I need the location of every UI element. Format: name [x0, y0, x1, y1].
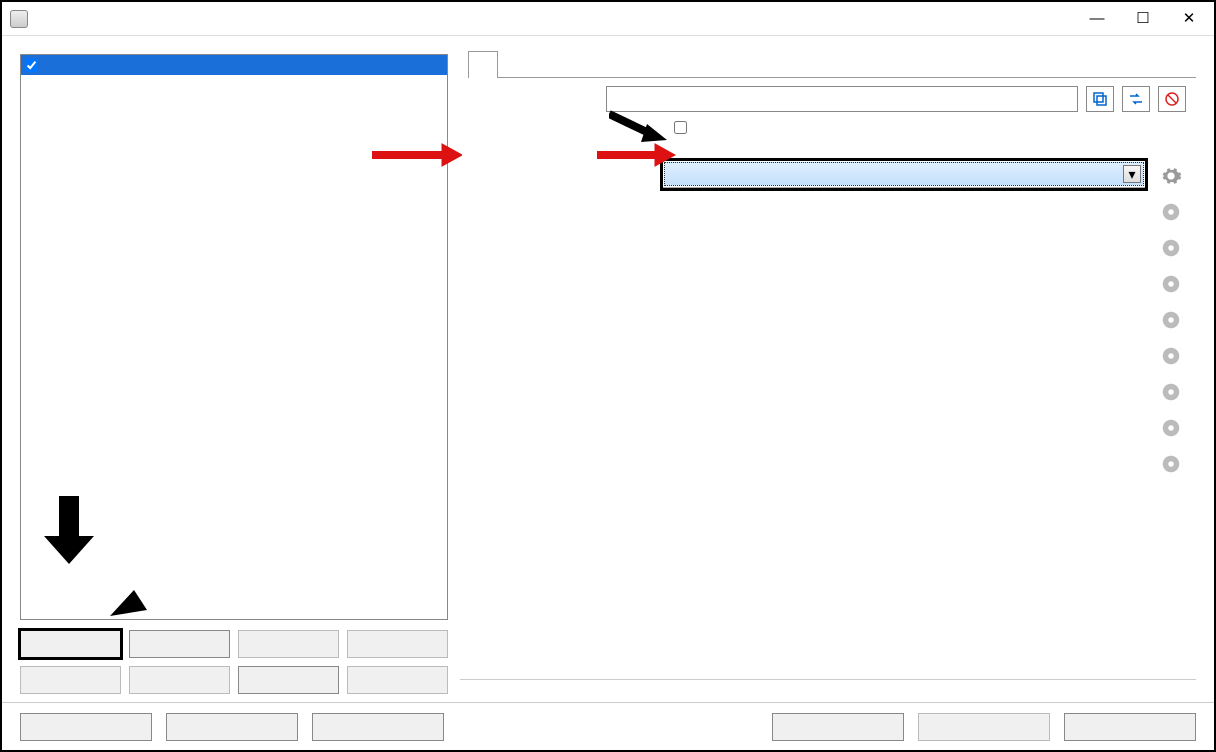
profile-info: [460, 679, 1196, 694]
gear-icon[interactable]: [1160, 201, 1182, 223]
gear-icon[interactable]: [1160, 345, 1182, 367]
chevron-down-icon[interactable]: ▾: [1123, 165, 1141, 183]
layer-name-input[interactable]: [606, 86, 1078, 112]
dropdown-selected[interactable]: ▾: [664, 162, 1144, 186]
gear-icon[interactable]: [1160, 453, 1182, 475]
disable-layer-checkbox[interactable]: [674, 121, 687, 134]
gear-icon[interactable]: [1160, 309, 1182, 331]
tab-scrolling[interactable]: [528, 51, 558, 78]
gear-icon[interactable]: [1160, 417, 1182, 439]
maximize-button[interactable]: ☐: [1120, 4, 1166, 34]
right-panel: ▾ ▴ ▾: [460, 50, 1196, 694]
copy-layer-icon[interactable]: [1086, 86, 1114, 112]
bottom-bar: [2, 702, 1214, 750]
close-button[interactable]: [1064, 713, 1196, 741]
tabs: [468, 50, 1196, 78]
copy-button[interactable]: [129, 630, 230, 658]
profiles-list[interactable]: [20, 54, 448, 620]
swap-layer-icon[interactable]: [1122, 86, 1150, 112]
gear-icon[interactable]: [1160, 237, 1182, 259]
add-button[interactable]: [20, 630, 121, 658]
profile-default-checkbox[interactable]: [25, 59, 38, 72]
app-icon: [10, 10, 28, 28]
import-button[interactable]: [238, 666, 339, 694]
left-panel: [20, 50, 448, 694]
tab-layer2[interactable]: [498, 51, 528, 78]
profile-buttons: [20, 630, 448, 694]
layer1-pane: [460, 78, 1196, 137]
minimize-button[interactable]: —: [1074, 4, 1120, 34]
scroll-down-icon[interactable]: ▾: [1128, 187, 1145, 188]
tab-layer1[interactable]: [468, 51, 498, 78]
gear-icon[interactable]: [1160, 273, 1182, 295]
dropdown-list[interactable]: ▴ ▾: [663, 187, 1145, 188]
export-button: [238, 630, 339, 658]
bindings-area: [470, 158, 1186, 482]
up-button: [347, 630, 448, 658]
close-window-button[interactable]: ✕: [1166, 4, 1212, 34]
save-profile-button[interactable]: [166, 713, 298, 741]
edit-button: [20, 666, 121, 694]
load-profile-button[interactable]: [312, 713, 444, 741]
tab-options[interactable]: [558, 51, 588, 78]
profile-row-default[interactable]: [21, 55, 447, 75]
left-button-action-dropdown[interactable]: ▾ ▴ ▾: [660, 158, 1148, 191]
about-button[interactable]: [772, 713, 904, 741]
apply-button: [918, 713, 1050, 741]
reset-layer-icon[interactable]: [1158, 86, 1186, 112]
gear-icon[interactable]: [1160, 381, 1182, 403]
down-button: [347, 666, 448, 694]
settings-button[interactable]: [20, 713, 152, 741]
titlebar: — ☐ ✕: [2, 2, 1214, 36]
gear-icon[interactable]: [1160, 165, 1182, 187]
remove-button: [129, 666, 230, 694]
